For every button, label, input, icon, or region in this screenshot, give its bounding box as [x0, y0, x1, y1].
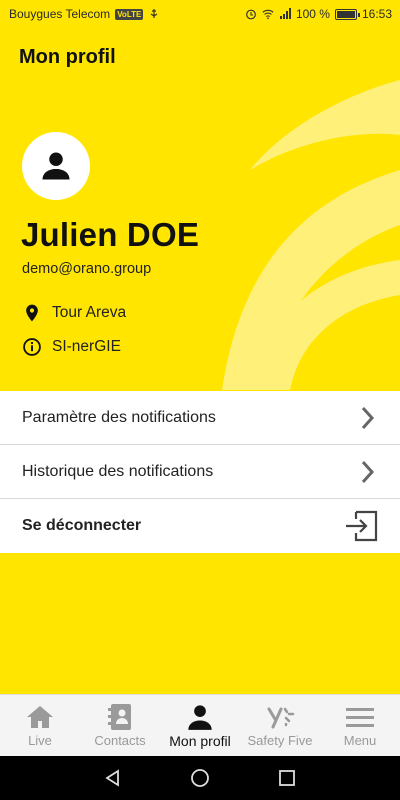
notification-settings-item[interactable]: Paramètre des notifications	[0, 391, 400, 445]
status-right: 100 % 16:53	[245, 7, 392, 21]
nav-label: Mon profil	[169, 733, 231, 749]
battery-fill	[336, 10, 355, 18]
nav-label: Safety Five	[247, 733, 313, 748]
location-pin-icon	[26, 304, 38, 322]
profile-menu-list: Paramètre des notifications Historique d…	[0, 391, 400, 553]
status-bar: Bouygues Telecom VoLTE 100 % 16:53	[0, 0, 400, 28]
home-icon	[26, 703, 54, 731]
clock: 16:53	[361, 7, 392, 21]
location-text: Tour Areva	[52, 304, 127, 321]
nav-safety-five[interactable]: Safety Five	[240, 695, 320, 756]
status-left: Bouygues Telecom VoLTE	[9, 7, 160, 21]
home-button-icon[interactable]	[190, 768, 210, 788]
menu-item-label: Historique des notifications	[22, 462, 214, 480]
nav-label: Menu	[343, 733, 377, 748]
department-row: SI-nerGIE	[22, 336, 121, 358]
page-title: Mon profil	[19, 46, 116, 68]
chevron-right-icon	[361, 406, 375, 429]
battery-percent: 100 %	[295, 7, 330, 21]
usb-icon	[151, 9, 158, 18]
menu-item-label: Paramètre des notifications	[22, 408, 216, 426]
info-icon	[23, 338, 41, 356]
hamburger-icon	[346, 703, 374, 731]
battery-icon	[334, 8, 360, 20]
nav-contacts[interactable]: Contacts	[80, 695, 160, 756]
location-row: Tour Areva	[22, 302, 126, 324]
avatar	[22, 132, 90, 200]
bottom-navigation: Live Contacts Mon profil Safety Five Men…	[0, 694, 400, 756]
back-icon[interactable]	[103, 768, 123, 788]
alarm-icon	[246, 9, 256, 20]
nav-mon-profil[interactable]: Mon profil	[160, 695, 240, 756]
carrier-name: Bouygues Telecom	[9, 7, 111, 21]
notification-history-item[interactable]: Historique des notifications	[0, 445, 400, 499]
signal-icon	[279, 8, 291, 19]
user-email: demo@orano.group	[22, 261, 152, 277]
menu-item-label: Se déconnecter	[22, 517, 142, 534]
safety-five-icon	[265, 703, 295, 731]
volte-badge: VoLTE	[115, 8, 144, 20]
nav-live[interactable]: Live	[0, 695, 80, 756]
system-navigation-bar	[0, 756, 400, 800]
nav-menu[interactable]: Menu	[320, 695, 400, 756]
nav-label: Live	[28, 733, 52, 748]
logout-item[interactable]: Se déconnecter	[0, 499, 400, 553]
logout-icon	[346, 510, 378, 542]
department-text: SI-nerGIE	[52, 338, 121, 355]
wifi-icon	[262, 9, 274, 20]
person-icon	[42, 152, 70, 180]
nav-label: Contacts	[94, 733, 146, 748]
contacts-icon	[107, 703, 133, 731]
recents-icon[interactable]	[277, 768, 297, 788]
user-name: Julien DOE	[21, 216, 200, 253]
chevron-right-icon	[361, 460, 375, 483]
person-icon	[186, 703, 214, 731]
